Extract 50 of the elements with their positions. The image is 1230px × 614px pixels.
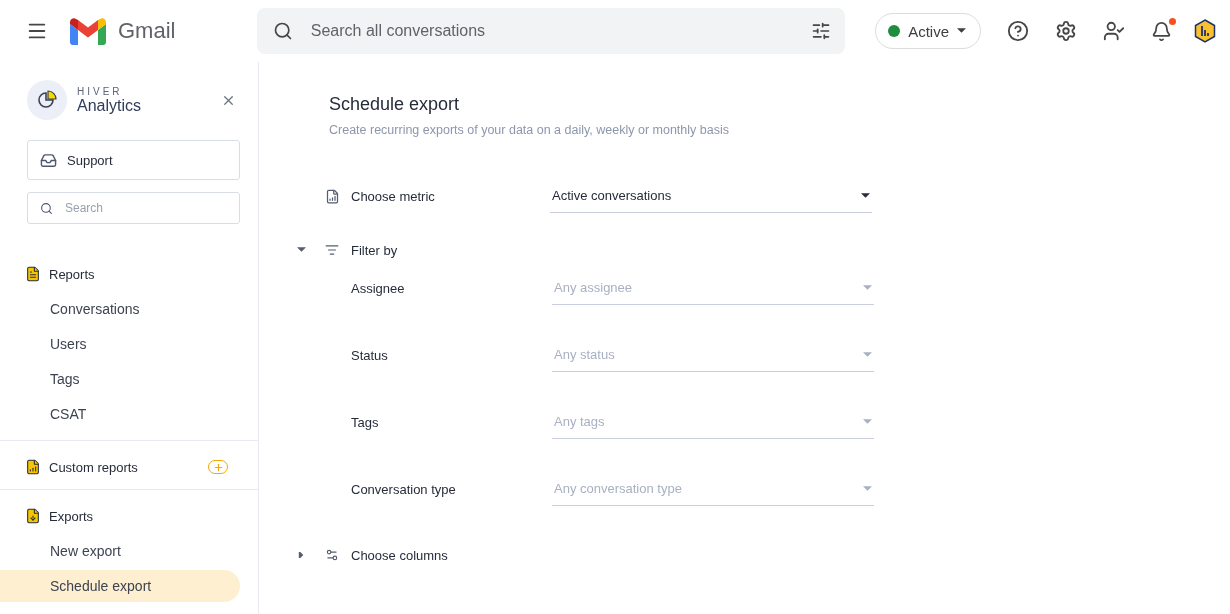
caret-icon — [863, 284, 872, 291]
sidebar-item[interactable]: New export — [0, 535, 240, 567]
section-heading: Reports — [49, 266, 96, 282]
analytics-logo-icon — [27, 80, 67, 120]
sidebar-item[interactable]: Conversations — [0, 293, 240, 325]
caret-icon — [863, 418, 872, 425]
inbox-name: Support — [67, 152, 113, 168]
filter-icon — [325, 243, 339, 257]
caret-icon — [957, 28, 966, 34]
filter-sliders-icon[interactable] — [811, 21, 832, 41]
caret-icon — [863, 485, 872, 492]
search-bar[interactable]: Search all conversations — [256, 8, 846, 54]
filter-field-label: Tags — [351, 414, 380, 430]
inbox-icon — [40, 151, 57, 169]
sidebar-item[interactable]: CSAT — [0, 398, 240, 430]
mail-logo-icon — [70, 17, 106, 45]
columns-label: Choose columns — [351, 547, 449, 563]
caret-icon — [861, 192, 870, 199]
search-icon — [40, 201, 53, 215]
download-file-icon — [25, 508, 41, 524]
caret-icon — [296, 247, 306, 253]
inbox-selector[interactable]: Support — [27, 140, 240, 180]
status-button[interactable]: Active — [875, 13, 981, 49]
filter-field-label: Conversation type — [351, 481, 457, 497]
page-subtitle: Create recurring exports of your data on a daily, weekly or monthly basis — [329, 123, 730, 137]
filter-field-label: Assignee — [351, 280, 406, 296]
chart-file-icon — [324, 188, 340, 204]
chart-file-icon — [25, 459, 41, 475]
sidebar-item[interactable]: Schedule export — [0, 570, 240, 602]
caret-icon — [296, 552, 306, 558]
sidebar-search-box[interactable]: Search — [27, 192, 240, 224]
sidebar-search-field[interactable]: Search — [63, 200, 227, 216]
plus-icon — [212, 461, 224, 473]
search-icon — [272, 21, 293, 41]
brand-kicker: HIVER — [77, 85, 124, 97]
filter-label: Filter by — [351, 242, 399, 258]
metric-dropdown[interactable]: Active conversations — [550, 179, 872, 213]
sidebar-item[interactable]: Tags — [0, 363, 240, 395]
filter-field-label: Status — [351, 347, 389, 363]
product-name: Gmail — [118, 18, 176, 44]
caret-icon — [863, 351, 872, 358]
search-field[interactable]: Search all conversations — [308, 21, 796, 41]
brand-name: Analytics — [77, 96, 143, 115]
page-title: Schedule export — [329, 94, 461, 115]
metric-label: Choose metric — [351, 188, 436, 204]
section-heading: Exports — [49, 508, 95, 524]
report-file-icon — [25, 266, 41, 282]
section-heading: Custom reports — [49, 459, 139, 475]
hexagon-badge-icon[interactable] — [1194, 19, 1216, 43]
sidebar-item[interactable]: Users — [0, 328, 240, 360]
